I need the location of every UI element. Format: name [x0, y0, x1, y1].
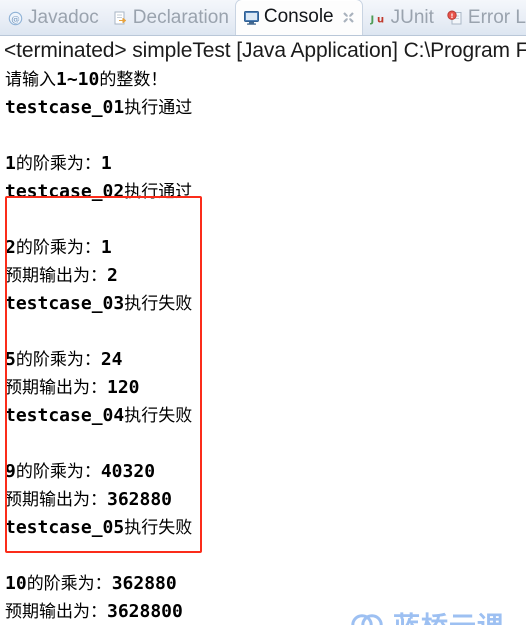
declaration-icon	[112, 10, 129, 27]
console-line: testcase_04执行失败	[5, 405, 193, 426]
eclipse-console-screenshot: @ Javadoc Declaration Console J u JUnit …	[0, 0, 526, 625]
svg-text:u: u	[377, 14, 384, 25]
tab-javadoc-label: Javadoc	[28, 6, 99, 28]
console-line: 请输入1~10的整数！	[5, 69, 168, 90]
tab-junit-label: JUnit	[390, 6, 434, 28]
tab-declaration[interactable]: Declaration	[105, 1, 235, 35]
console-line: testcase_03执行失败	[5, 293, 193, 314]
console-line: 5的阶乘为：24	[5, 349, 123, 370]
console-line: 10的阶乘为：362880	[5, 573, 177, 594]
tab-javadoc[interactable]: @ Javadoc	[0, 1, 105, 35]
console-line: 预期输出为：120	[5, 377, 140, 398]
watermark-text: 蓝桥云课	[393, 614, 505, 625]
junit-icon: J u	[370, 10, 387, 27]
console-line: testcase_01执行通过	[5, 97, 193, 118]
javadoc-icon: @	[7, 10, 24, 27]
console-icon	[243, 9, 260, 26]
tab-junit[interactable]: J u JUnit	[363, 1, 440, 35]
close-icon[interactable]	[341, 10, 356, 25]
console-line: 预期输出为：362880	[5, 489, 173, 510]
console-output-panel[interactable]: <terminated> simpleTest [Java Applicatio…	[0, 36, 526, 625]
svg-text:!: !	[450, 12, 453, 20]
console-line: 1的阶乘为：1	[5, 153, 112, 174]
svg-text:@: @	[11, 15, 20, 25]
console-line: 2的阶乘为：1	[5, 237, 112, 258]
error-log-icon: !	[447, 10, 464, 27]
console-line: 9的阶乘为：40320	[5, 461, 156, 482]
view-tab-bar: @ Javadoc Declaration Console J u JUnit …	[0, 0, 526, 36]
tab-console[interactable]: Console	[234, 0, 363, 35]
lanqiao-logo-icon	[348, 608, 386, 625]
console-line: testcase_02执行通过	[5, 181, 193, 202]
process-status-line: <terminated> simpleTest [Java Applicatio…	[4, 39, 526, 62]
watermark: 蓝桥云课	[348, 608, 505, 625]
tab-declaration-label: Declaration	[132, 6, 229, 28]
tab-console-label: Console	[263, 6, 334, 27]
console-line: testcase_05执行失败	[5, 517, 193, 538]
svg-text:J: J	[370, 14, 374, 25]
tab-error-log[interactable]: ! Error Log	[440, 1, 526, 35]
console-output-lines: 请输入1~10的整数！ testcase_01执行通过 1的阶乘为：1 testca…	[5, 66, 523, 625]
console-line: 预期输出为：2	[5, 265, 118, 286]
tab-error-log-label: Error Log	[467, 6, 526, 28]
